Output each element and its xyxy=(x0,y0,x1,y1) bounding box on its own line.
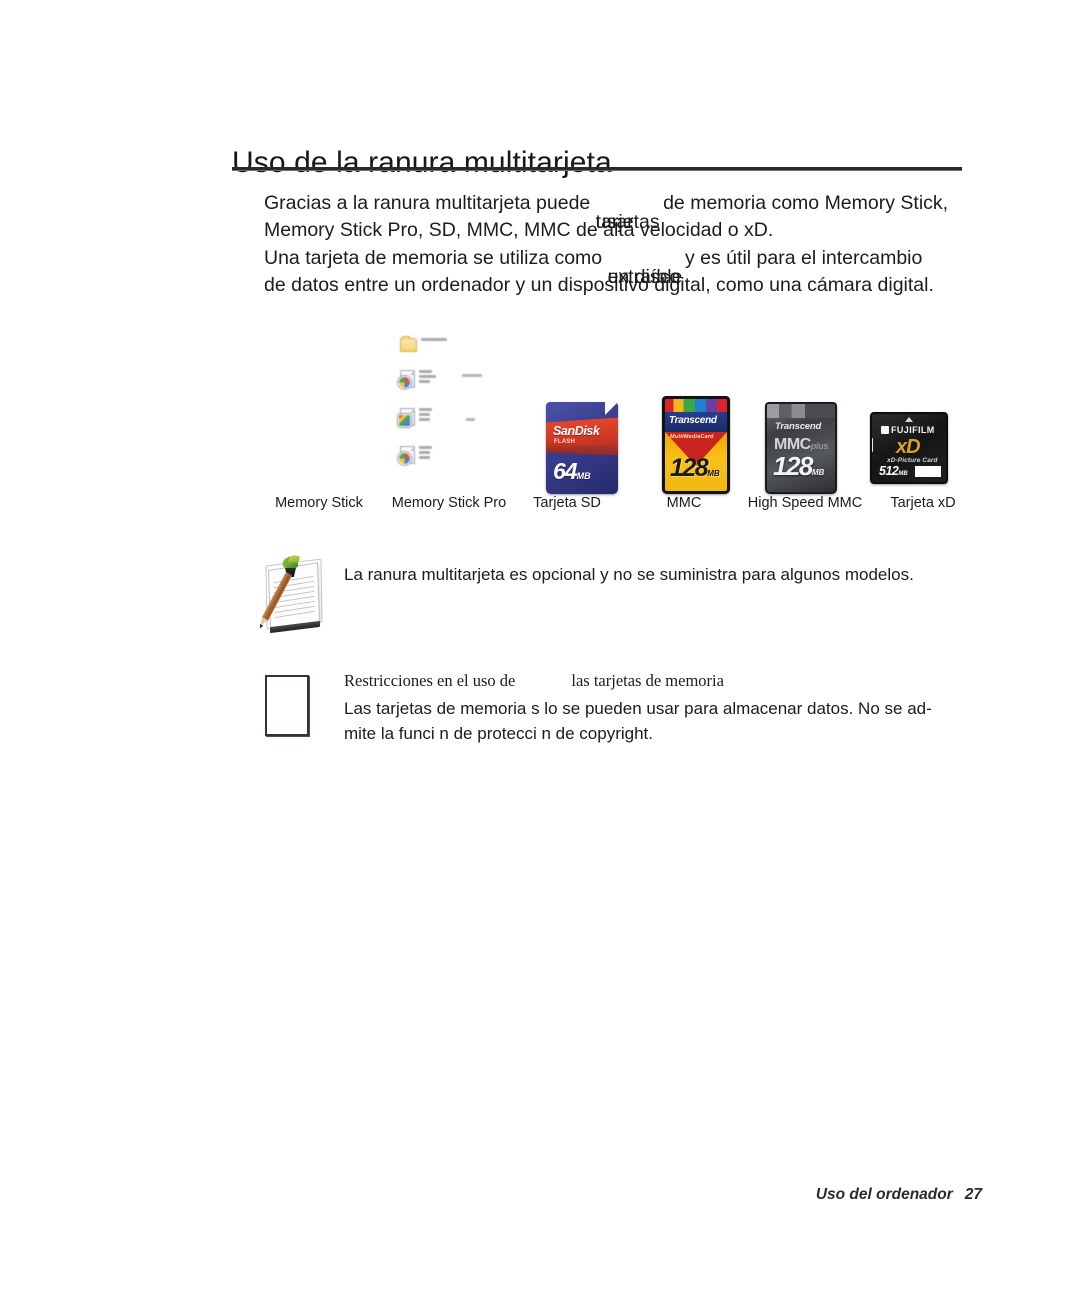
caution-body: Las tarjetas de memoria s lo se pueden u… xyxy=(344,696,932,746)
mmc-sub-label: MultiMediaCard xyxy=(670,434,714,440)
sd-card-image: SanDisk FLASH 64MB SD xyxy=(546,402,618,494)
paragraph-1-text-before: Gracias a la ranura multitarjeta puede xyxy=(264,192,596,214)
caution-title: Restricciones en el uso de las tarjetas d… xyxy=(344,671,724,691)
xd-brand-label: FUJIFILM xyxy=(891,425,935,435)
hsmmc-capacity: 128 xyxy=(773,451,813,481)
intro-paragraph-2: Una tarjeta de memoria se utiliza como u… xyxy=(264,245,934,299)
mmc-capacity-unit: MB xyxy=(707,469,720,478)
sd-logo-mark: SD xyxy=(614,450,618,478)
mmc-capacity: 128 xyxy=(670,454,709,482)
image-file-icon xyxy=(398,408,415,427)
footer-page-number: 27 xyxy=(964,1186,982,1203)
file-explorer-fragment-image xyxy=(398,336,508,473)
mmc-brand-label: Transcend xyxy=(669,415,717,426)
sd-capacity-unit: MB xyxy=(576,471,591,481)
hsmmc-capacity-unit: MB xyxy=(811,468,825,477)
document-page: Uso de la ranura multitarjeta Gracias a … xyxy=(0,0,1080,1309)
mmc-card-image: Transcend MultiMediaCard 128MB xyxy=(662,396,730,494)
overlap-word-tarjetas: tarjetas xyxy=(595,211,660,233)
memory-card-gallery: SanDisk FLASH 64MB SD Transcend MultiMed… xyxy=(250,330,990,530)
page-footer: Uso del ordenador 27 xyxy=(816,1186,982,1204)
page-title: Uso de la ranura multitarjeta xyxy=(232,146,612,180)
media-file-icon-2 xyxy=(398,446,415,465)
folder-icon xyxy=(400,336,417,352)
paragraph-1-text-after: de memoria como Memory Stick, xyxy=(657,192,949,214)
caption-memory-stick-pro: Memory Stick Pro xyxy=(391,495,507,511)
media-file-icon xyxy=(398,370,415,389)
xd-capacity-unit: MB xyxy=(898,471,908,477)
sd-capacity: 64 xyxy=(553,458,578,484)
caution-title-after: las tarjetas de memoria xyxy=(571,671,724,690)
overlap-word-extraible: extraíble xyxy=(607,266,683,288)
caption-tarjeta-xd: Tarjeta xD xyxy=(890,495,956,511)
notepad-pencil-icon xyxy=(261,552,330,636)
caution-body-line-1: Las tarjetas de memoria s lo se pueden u… xyxy=(344,699,932,718)
xd-card-image: FUJIFILM xD xD-Picture Card 512MB xyxy=(870,412,948,484)
hsmmc-type-suffix: plus xyxy=(810,441,829,451)
heading-divider xyxy=(232,167,962,171)
sd-sub-label: FLASH xyxy=(554,439,575,445)
paragraph-2-line-2: de datos entre un ordenador y un disposi… xyxy=(264,274,934,296)
caption-mmc: MMC xyxy=(666,495,702,511)
paragraph-2-text-after: y es útil para el intercambio xyxy=(679,247,923,269)
xd-sub-label: xD-Picture Card xyxy=(887,457,938,464)
note-text: La ranura multitarjeta es opcional y no … xyxy=(344,565,914,584)
footer-section-label: Uso del ordenador xyxy=(815,1186,953,1203)
caption-memory-stick: Memory Stick xyxy=(275,495,363,511)
paragraph-2-text-before: Una tarjeta de memoria se utiliza como xyxy=(264,247,608,269)
caution-body-line-2: mite la funci n de protecci n de copyrig… xyxy=(344,724,653,743)
caption-tarjeta-sd: Tarjeta SD xyxy=(533,495,601,511)
xd-direction-arrow-icon xyxy=(905,417,913,422)
xd-logo-mark: xD xyxy=(896,436,921,458)
caution-placeholder-icon xyxy=(265,675,309,736)
high-speed-mmc-card-image: Transcend MMCplus 128MB xyxy=(765,402,837,494)
intro-paragraph-1: Gracias a la ranura multitarjeta puede u… xyxy=(264,190,948,244)
xd-capacity: 512 xyxy=(879,464,899,478)
sd-brand-label: SanDisk xyxy=(553,424,600,438)
hsmmc-brand-label: Transcend xyxy=(775,421,822,432)
caution-title-before: Restricciones en el uso de xyxy=(344,671,516,690)
